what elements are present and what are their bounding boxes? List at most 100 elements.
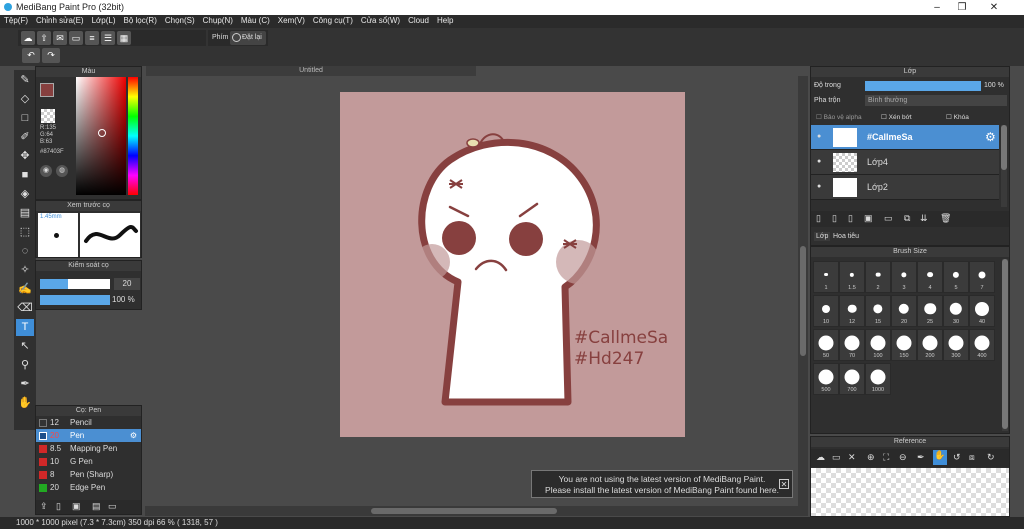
brush-size-cell[interactable]: 5 — [943, 261, 969, 293]
blend-mode-select[interactable]: Bình thường — [865, 95, 1007, 106]
lasso-tool-icon[interactable]: ◌ — [16, 243, 34, 260]
rotate-right-icon[interactable]: ↻ — [987, 452, 995, 463]
share-icon[interactable]: ⇧ — [37, 31, 51, 45]
layer-row-callmesa[interactable]: ● #CallmeSa ⚙ — [811, 125, 999, 150]
redo-icon[interactable]: ↷ — [42, 48, 60, 63]
brush-size-cell[interactable]: 300 — [943, 329, 969, 361]
menu-file[interactable]: Tệp(F) — [0, 15, 32, 26]
text-tool-icon[interactable]: T — [16, 319, 34, 336]
brush-size-cell[interactable]: 100 — [865, 329, 891, 361]
cloud-upload-icon[interactable]: ⇪ — [40, 501, 48, 512]
close-icon[interactable]: ✕ — [848, 452, 856, 463]
zoom-out-icon[interactable]: ⊖ — [899, 452, 907, 463]
menu-edit[interactable]: Chỉnh sửa(E) — [32, 15, 88, 26]
brush-size-cell[interactable]: 25 — [917, 295, 943, 327]
hand-tool-icon[interactable]: ✋ — [16, 395, 34, 412]
layer-scroll-thumb[interactable] — [1001, 125, 1007, 170]
folder-icon[interactable]: ▭ — [108, 501, 117, 512]
brush-size-cell[interactable]: 400 — [969, 329, 995, 361]
undo-icon[interactable]: ↶ — [22, 48, 40, 63]
horizontal-scroll-thumb[interactable] — [371, 508, 557, 514]
menu-tools[interactable]: Công cụ(T) — [309, 15, 357, 26]
cloud-icon[interactable]: ☁ — [21, 31, 35, 45]
brush-tool-icon[interactable]: ✎ — [16, 72, 34, 89]
dot-tool-icon[interactable]: ✐ — [16, 129, 34, 146]
brush-size-scrollbar[interactable] — [1002, 259, 1008, 431]
eye-icon[interactable]: ● — [817, 133, 821, 140]
clipping-checkbox[interactable]: ☐ Xén bớt — [881, 113, 912, 121]
brush-size-cell[interactable]: 500 — [813, 363, 839, 395]
brush-size-cell[interactable]: 30 — [943, 295, 969, 327]
select-pen-tool-icon[interactable]: ✍ — [16, 281, 34, 298]
page-icon[interactable]: ▭ — [69, 31, 83, 45]
brush-size-cell[interactable]: 12 — [839, 295, 865, 327]
zoom-in-icon[interactable]: ⊕ — [867, 452, 875, 463]
brush-size-cell[interactable]: 1000 — [865, 363, 891, 395]
brush-size-cell[interactable]: 1.5 — [839, 261, 865, 293]
menu-view[interactable]: Xem(V) — [274, 15, 309, 26]
document-tab[interactable]: Untitled — [146, 66, 476, 76]
brush-size-cell[interactable]: 70 — [839, 329, 865, 361]
palette-icon[interactable]: ◉ — [40, 165, 52, 177]
brush-size-scroll-thumb[interactable] — [1002, 259, 1008, 429]
add-layer-menu-icon[interactable]: ▣ — [864, 213, 873, 224]
tab-navigator[interactable]: Hoa tiêu — [831, 232, 861, 241]
picker-handle[interactable] — [98, 129, 106, 137]
list-icon[interactable]: ☰ — [101, 31, 115, 45]
pen-tool-icon[interactable]: ✒ — [16, 376, 34, 393]
pen-row-g-pen[interactable]: 10 G Pen — [36, 455, 141, 468]
transparent-swatch[interactable] — [41, 109, 55, 123]
grid-icon[interactable]: ▦ — [117, 31, 131, 45]
document-icon[interactable]: ≡ — [85, 31, 99, 45]
eraser-tool-icon[interactable]: ◇ — [16, 91, 34, 108]
layer-opacity-slider[interactable] — [865, 81, 981, 91]
brush-size-cell[interactable]: 40 — [969, 295, 995, 327]
layer-row-lop2[interactable]: ● Lớp2 — [811, 175, 999, 200]
brush-size-cell[interactable]: 700 — [839, 363, 865, 395]
trash-icon[interactable]: 🗑 — [940, 213, 951, 224]
flip-icon[interactable]: ⧈ — [969, 452, 975, 463]
new-brush-icon[interactable]: ▯ — [56, 501, 61, 512]
pen-row-pen-sharp[interactable]: 8 Pen (Sharp) — [36, 468, 141, 481]
new-layer-icon[interactable]: ▯ — [816, 213, 821, 224]
fill-rect-tool-icon[interactable]: ■ — [16, 167, 34, 184]
eye-icon[interactable]: ● — [817, 183, 821, 190]
tab-layer[interactable]: Lớp — [814, 232, 831, 241]
menu-filter[interactable]: Bộ lọc(R) — [120, 15, 161, 26]
artboard[interactable]: #CallmeSa #Hd247 — [340, 92, 685, 437]
saturation-value-picker[interactable] — [76, 77, 126, 195]
vertical-scrollbar[interactable] — [798, 76, 808, 516]
brush-size-slider[interactable] — [40, 279, 110, 289]
operation-tool-icon[interactable]: ↖ — [16, 338, 34, 355]
menu-window[interactable]: Cửa sổ(W) — [357, 15, 404, 26]
vertical-scroll-thumb[interactable] — [800, 246, 806, 356]
menu-color[interactable]: Màu (C) — [237, 15, 274, 26]
reset-button[interactable]: Đặt lại — [230, 31, 266, 45]
pen-row-pencil[interactable]: 12 Pencil — [36, 416, 141, 429]
select-eraser-tool-icon[interactable]: ⌫ — [16, 300, 34, 317]
gear-icon[interactable]: ⚙ — [985, 130, 996, 144]
protect-alpha-checkbox[interactable]: ☐ Bảo vệ alpha — [816, 113, 862, 121]
menu-snap[interactable]: Chụp(N) — [199, 15, 237, 26]
reference-view[interactable] — [811, 468, 1009, 516]
magic-wand-tool-icon[interactable]: ✧ — [16, 262, 34, 279]
brush-size-cell[interactable]: 200 — [917, 329, 943, 361]
maximize-button[interactable]: ❐ — [950, 1, 974, 14]
new-layer-8bit-icon[interactable]: ▯ — [832, 213, 837, 224]
brush-size-cell[interactable]: 3 — [891, 261, 917, 293]
rect-tool-icon[interactable]: □ — [16, 110, 34, 127]
select-tool-icon[interactable]: ⬚ — [16, 224, 34, 241]
horizontal-scrollbar[interactable] — [145, 506, 798, 516]
rotate-left-icon[interactable]: ↺ — [953, 452, 961, 463]
menu-layer[interactable]: Lớp(L) — [88, 15, 120, 26]
brush-size-value[interactable]: 20 — [114, 278, 140, 290]
color-wheel-icon[interactable]: ◍ — [56, 165, 68, 177]
new-layer-1bit-icon[interactable]: ▯ — [848, 213, 853, 224]
gradient-tool-icon[interactable]: ▤ — [16, 205, 34, 222]
copy-brush-icon[interactable]: ▤ — [92, 501, 101, 512]
primary-color-swatch[interactable] — [40, 83, 54, 97]
lock-checkbox[interactable]: ☐ Khóa — [946, 113, 969, 121]
pen-row-mapping-pen[interactable]: 8.5 Mapping Pen — [36, 442, 141, 455]
brush-size-cell[interactable]: 20 — [891, 295, 917, 327]
brush-size-cell[interactable]: 1 — [813, 261, 839, 293]
